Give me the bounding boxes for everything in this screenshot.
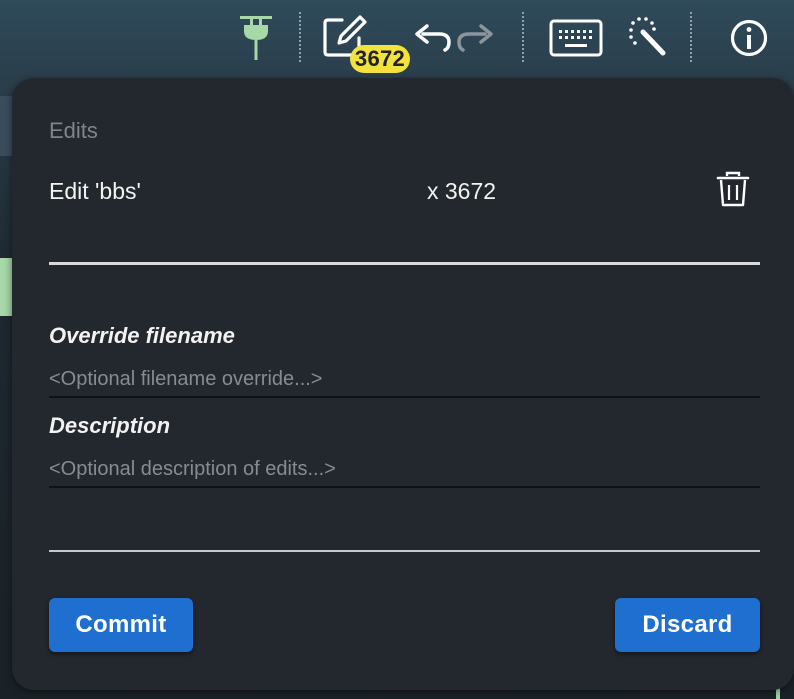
discard-button[interactable]: Discard (615, 598, 760, 652)
override-filename-input[interactable] (49, 362, 760, 398)
edit-item-count: x 3672 (427, 178, 497, 204)
edits-divider (49, 262, 760, 265)
plug-icon[interactable] (236, 12, 276, 62)
description-input[interactable] (49, 452, 760, 488)
description-label: Description (49, 413, 171, 438)
trash-icon[interactable] (715, 170, 751, 213)
override-filename-label: Override filename (49, 323, 235, 348)
commit-button[interactable]: Commit (49, 598, 193, 652)
undo-icon[interactable] (413, 22, 453, 52)
edits-panel: Edits Edit 'bbs' x 3672 Override filenam… (12, 78, 794, 690)
form-divider (49, 550, 760, 552)
edit-item-label: Edit 'bbs' (49, 178, 141, 204)
toolbar: 3672 (0, 0, 794, 78)
redo-icon[interactable] (455, 22, 495, 52)
toolbar-separator (522, 12, 524, 62)
panel-title: Edits (49, 118, 98, 143)
keyboard-icon[interactable] (549, 18, 603, 58)
toolbar-separator (299, 12, 301, 62)
edit-count-badge: 3672 (350, 45, 410, 73)
toolbar-separator (690, 12, 692, 62)
info-icon[interactable] (729, 18, 769, 58)
magic-wand-icon[interactable] (627, 16, 667, 58)
background-element (0, 258, 12, 316)
